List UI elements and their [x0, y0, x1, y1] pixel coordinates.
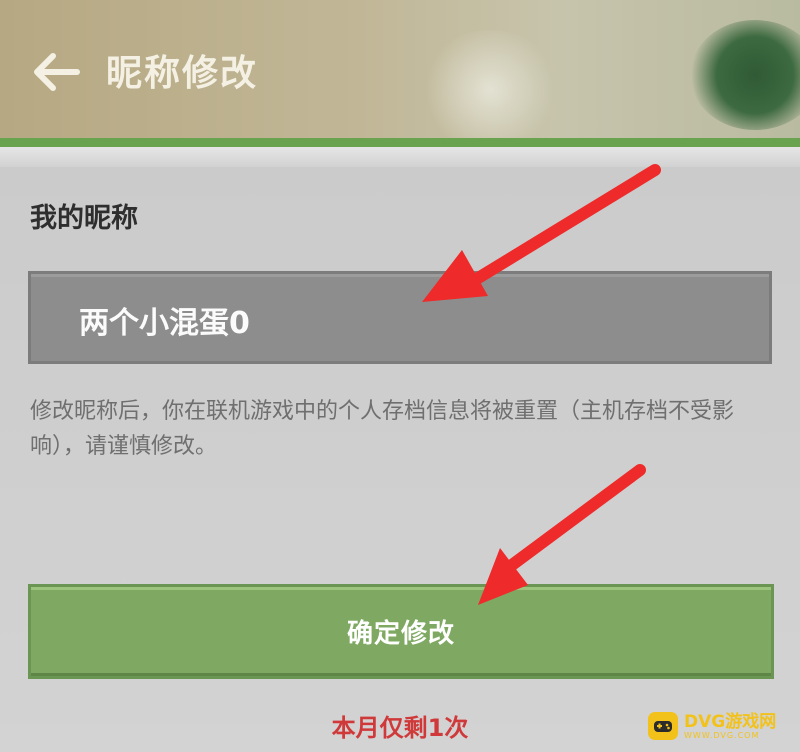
site-watermark: DVG游戏网 WWW.DVG.COM — [648, 706, 798, 746]
annotation-arrow-icon — [478, 464, 646, 605]
annotation-arrow-icon — [422, 164, 661, 302]
gamepad-icon — [648, 712, 678, 740]
watermark-name: DVG游戏网 — [684, 711, 777, 732]
annotation-arrows — [422, 164, 661, 605]
watermark-url: WWW.DVG.COM — [684, 730, 760, 740]
